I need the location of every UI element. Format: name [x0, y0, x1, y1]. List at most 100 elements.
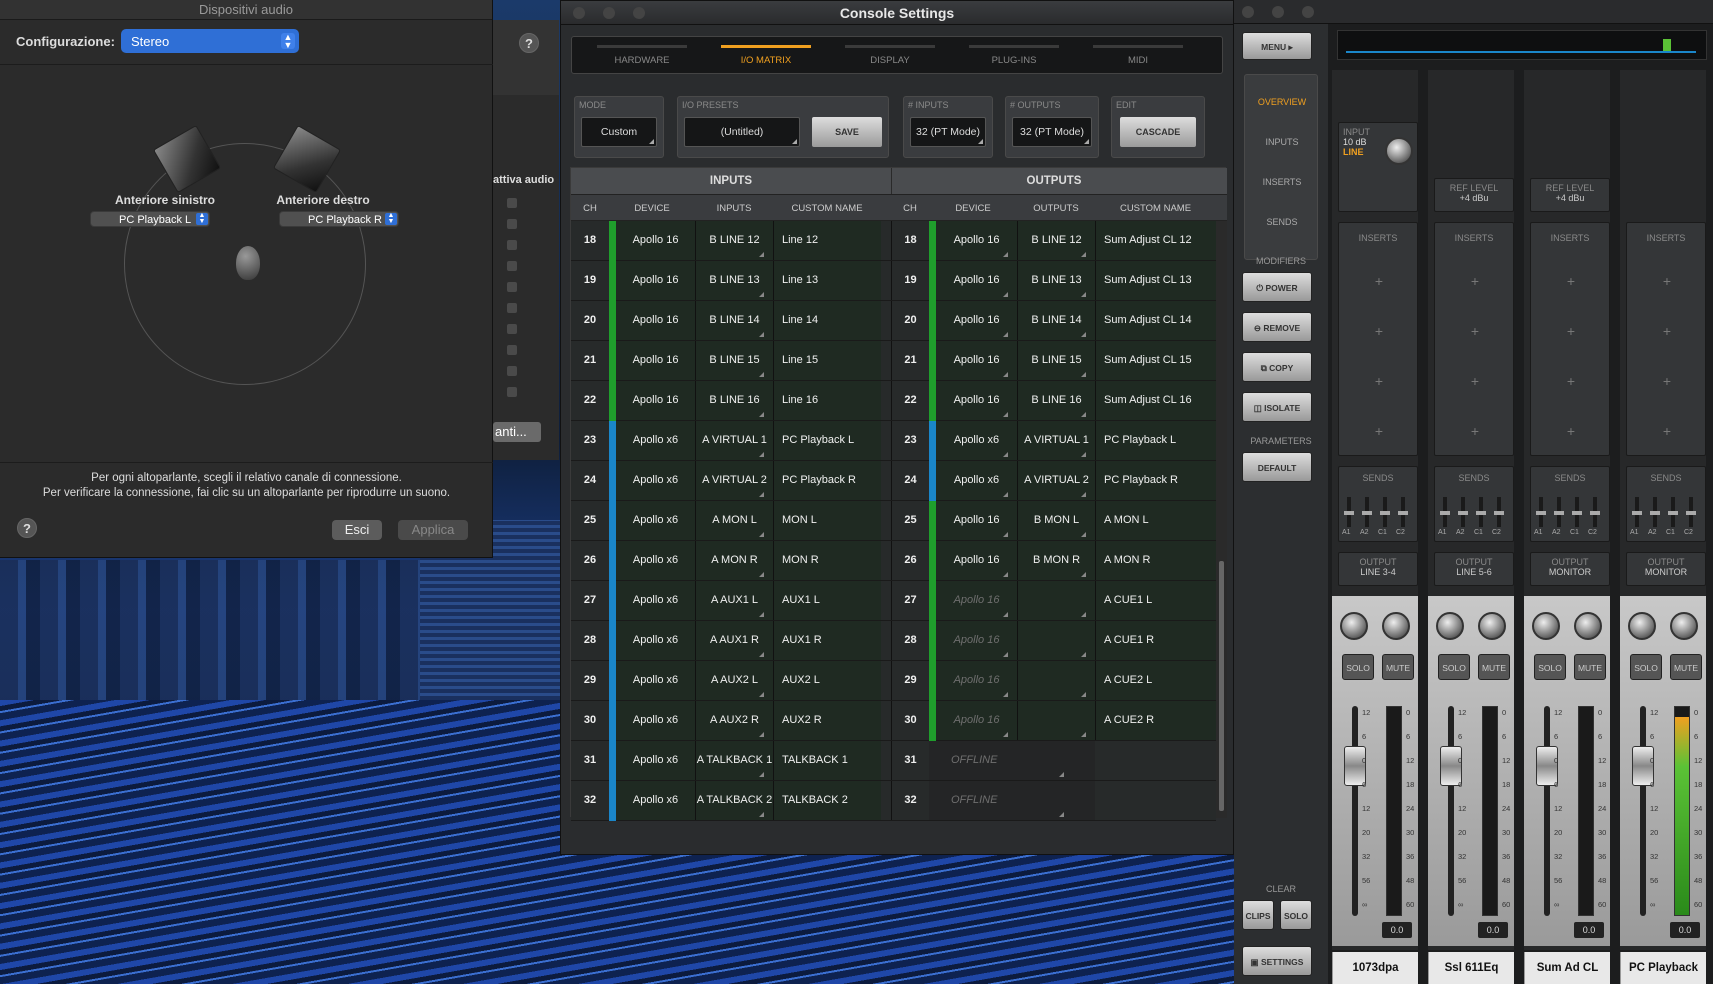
- output-custom-name[interactable]: Sum Adjust CL 12: [1095, 221, 1216, 260]
- input-device[interactable]: Apollo x6: [616, 421, 695, 460]
- send-fader[interactable]: [1362, 511, 1372, 515]
- input-device[interactable]: Apollo 16: [616, 261, 695, 300]
- copy-button[interactable]: ⧉ COPY: [1242, 352, 1312, 382]
- mode-dropdown[interactable]: Custom: [581, 117, 657, 147]
- pan-knob-right[interactable]: [1670, 612, 1698, 640]
- output-custom-name[interactable]: Sum Adjust CL 13: [1095, 261, 1216, 300]
- output-custom-name[interactable]: A MON L: [1095, 501, 1216, 540]
- send-fader[interactable]: [1668, 511, 1678, 515]
- send-fader[interactable]: [1440, 511, 1450, 515]
- table-row[interactable]: 31 Apollo x6 A TALKBACK 1 TALKBACK 1 31 O…: [571, 741, 1216, 781]
- input-device[interactable]: Apollo x6: [616, 541, 695, 580]
- checkbox[interactable]: [507, 324, 517, 334]
- table-row[interactable]: 22 Apollo 16 B LINE 16 Line 16 22 Apollo…: [571, 381, 1216, 421]
- tab-midi[interactable]: MIDI: [1088, 45, 1188, 66]
- table-row[interactable]: 21 Apollo 16 B LINE 15 Line 15 21 Apollo…: [571, 341, 1216, 381]
- minimize-icon[interactable]: [1272, 6, 1284, 18]
- settings-button[interactable]: ▣ SETTINGS: [1242, 946, 1312, 976]
- input-device[interactable]: Apollo x6: [616, 461, 695, 500]
- nav-overview[interactable]: OVERVIEW: [1245, 97, 1319, 107]
- send-fader[interactable]: [1344, 511, 1354, 515]
- output-custom-name[interactable]: Sum Adjust CL 15: [1095, 341, 1216, 380]
- add-insert-icon[interactable]: +: [1627, 373, 1707, 389]
- add-insert-icon[interactable]: +: [1339, 373, 1419, 389]
- channel-name[interactable]: Sum Ad CL: [1524, 952, 1610, 984]
- inputs-count-dropdown[interactable]: 32 (PT Mode): [910, 117, 986, 147]
- zoom-icon[interactable]: [633, 7, 645, 19]
- input-device[interactable]: Apollo 16: [616, 341, 695, 380]
- output-select[interactable]: OUTPUT LINE 5-6: [1434, 552, 1514, 586]
- output-custom-name[interactable]: Sum Adjust CL 16: [1095, 381, 1216, 420]
- output-custom-name[interactable]: A CUE2 R: [1095, 701, 1216, 740]
- add-insert-icon[interactable]: +: [1627, 323, 1707, 339]
- send-fader[interactable]: [1632, 511, 1642, 515]
- power-button[interactable]: ⏻ POWER: [1242, 272, 1312, 302]
- mute-button[interactable]: MUTE: [1670, 654, 1702, 680]
- add-insert-icon[interactable]: +: [1339, 323, 1419, 339]
- table-row[interactable]: 20 Apollo 16 B LINE 14 Line 14 20 Apollo…: [571, 301, 1216, 341]
- save-button[interactable]: SAVE: [812, 117, 882, 147]
- pan-knob-left[interactable]: [1436, 612, 1464, 640]
- exit-button[interactable]: Esci: [332, 520, 382, 540]
- table-row[interactable]: 26 Apollo x6 A MON R MON R 26 Apollo 16 …: [571, 541, 1216, 581]
- output-select[interactable]: OUTPUT MONITOR: [1530, 552, 1610, 586]
- add-insert-icon[interactable]: +: [1339, 423, 1419, 439]
- input-device[interactable]: Apollo x6: [616, 661, 695, 700]
- help-icon[interactable]: ?: [17, 518, 37, 538]
- pan-knob-right[interactable]: [1478, 612, 1506, 640]
- help-icon[interactable]: ?: [519, 33, 539, 53]
- channel-name[interactable]: 1073dpa: [1332, 952, 1418, 984]
- scrollbar[interactable]: [1216, 221, 1227, 818]
- tab-io-matrix[interactable]: I/O MATRIX: [716, 45, 816, 66]
- checkbox[interactable]: [507, 366, 517, 376]
- checkbox[interactable]: [507, 198, 517, 208]
- checkbox[interactable]: [507, 345, 517, 355]
- channel-name[interactable]: Ssl 611Eq: [1428, 952, 1514, 984]
- table-row[interactable]: 32 Apollo x6 A TALKBACK 2 TALKBACK 2 32 O…: [571, 781, 1216, 821]
- input-device[interactable]: Apollo x6: [616, 741, 695, 780]
- table-row[interactable]: 23 Apollo x6 A VIRTUAL 1 PC Playback L 2…: [571, 421, 1216, 461]
- gain-knob[interactable]: [1385, 137, 1413, 165]
- table-row[interactable]: 18 Apollo 16 B LINE 12 Line 12 18 Apollo…: [571, 221, 1216, 261]
- front-left-channel-select[interactable]: PC Playback L ▲ ▼: [90, 211, 210, 227]
- output-select[interactable]: OUTPUT MONITOR: [1626, 552, 1706, 586]
- output-custom-name[interactable]: PC Playback R: [1095, 461, 1216, 500]
- table-row[interactable]: 24 Apollo x6 A VIRTUAL 2 PC Playback R 2…: [571, 461, 1216, 501]
- send-fader[interactable]: [1494, 511, 1504, 515]
- add-insert-icon[interactable]: +: [1531, 373, 1611, 389]
- output-custom-name[interactable]: Sum Adjust CL 14: [1095, 301, 1216, 340]
- front-right-channel-select[interactable]: PC Playback R ▲ ▼: [279, 211, 399, 227]
- configuration-select[interactable]: Stereo ▲ ▼: [120, 29, 299, 53]
- input-device[interactable]: Apollo x6: [616, 781, 695, 820]
- checkbox[interactable]: [507, 387, 517, 397]
- output-device[interactable]: OFFLINE: [929, 741, 1095, 780]
- mute-button[interactable]: MUTE: [1382, 654, 1414, 680]
- input-device[interactable]: Apollo 16: [616, 381, 695, 420]
- input-custom-name[interactable]: AUX2 R: [773, 701, 881, 740]
- solo-button[interactable]: SOLO: [1438, 654, 1470, 680]
- add-insert-icon[interactable]: +: [1531, 273, 1611, 289]
- checkbox[interactable]: [507, 219, 517, 229]
- input-device[interactable]: Apollo 16: [616, 301, 695, 340]
- solo-button[interactable]: SOLO: [1630, 654, 1662, 680]
- table-row[interactable]: 30 Apollo x6 A AUX2 R AUX2 R 30 Apollo 1…: [571, 701, 1216, 741]
- apply-button[interactable]: Applica: [398, 520, 468, 540]
- output-custom-name[interactable]: A CUE2 L: [1095, 661, 1216, 700]
- add-insert-icon[interactable]: +: [1531, 423, 1611, 439]
- input-custom-name[interactable]: AUX2 L: [773, 661, 881, 700]
- table-row[interactable]: 28 Apollo x6 A AUX1 R AUX1 R 28 Apollo 1…: [571, 621, 1216, 661]
- send-fader[interactable]: [1650, 511, 1660, 515]
- checkbox[interactable]: [507, 261, 517, 271]
- send-fader[interactable]: [1590, 511, 1600, 515]
- table-row[interactable]: 19 Apollo 16 B LINE 13 Line 13 19 Apollo…: [571, 261, 1216, 301]
- tab-hardware[interactable]: HARDWARE: [592, 45, 692, 66]
- input-custom-name[interactable]: MON R: [773, 541, 881, 580]
- input-custom-name[interactable]: PC Playback L: [773, 421, 881, 460]
- add-insert-icon[interactable]: +: [1627, 423, 1707, 439]
- isolate-button[interactable]: ◫ ISOLATE: [1242, 392, 1312, 422]
- send-fader[interactable]: [1458, 511, 1468, 515]
- input-device[interactable]: Apollo x6: [616, 621, 695, 660]
- scroll-thumb[interactable]: [1219, 561, 1224, 811]
- add-insert-icon[interactable]: +: [1627, 273, 1707, 289]
- send-fader[interactable]: [1572, 511, 1582, 515]
